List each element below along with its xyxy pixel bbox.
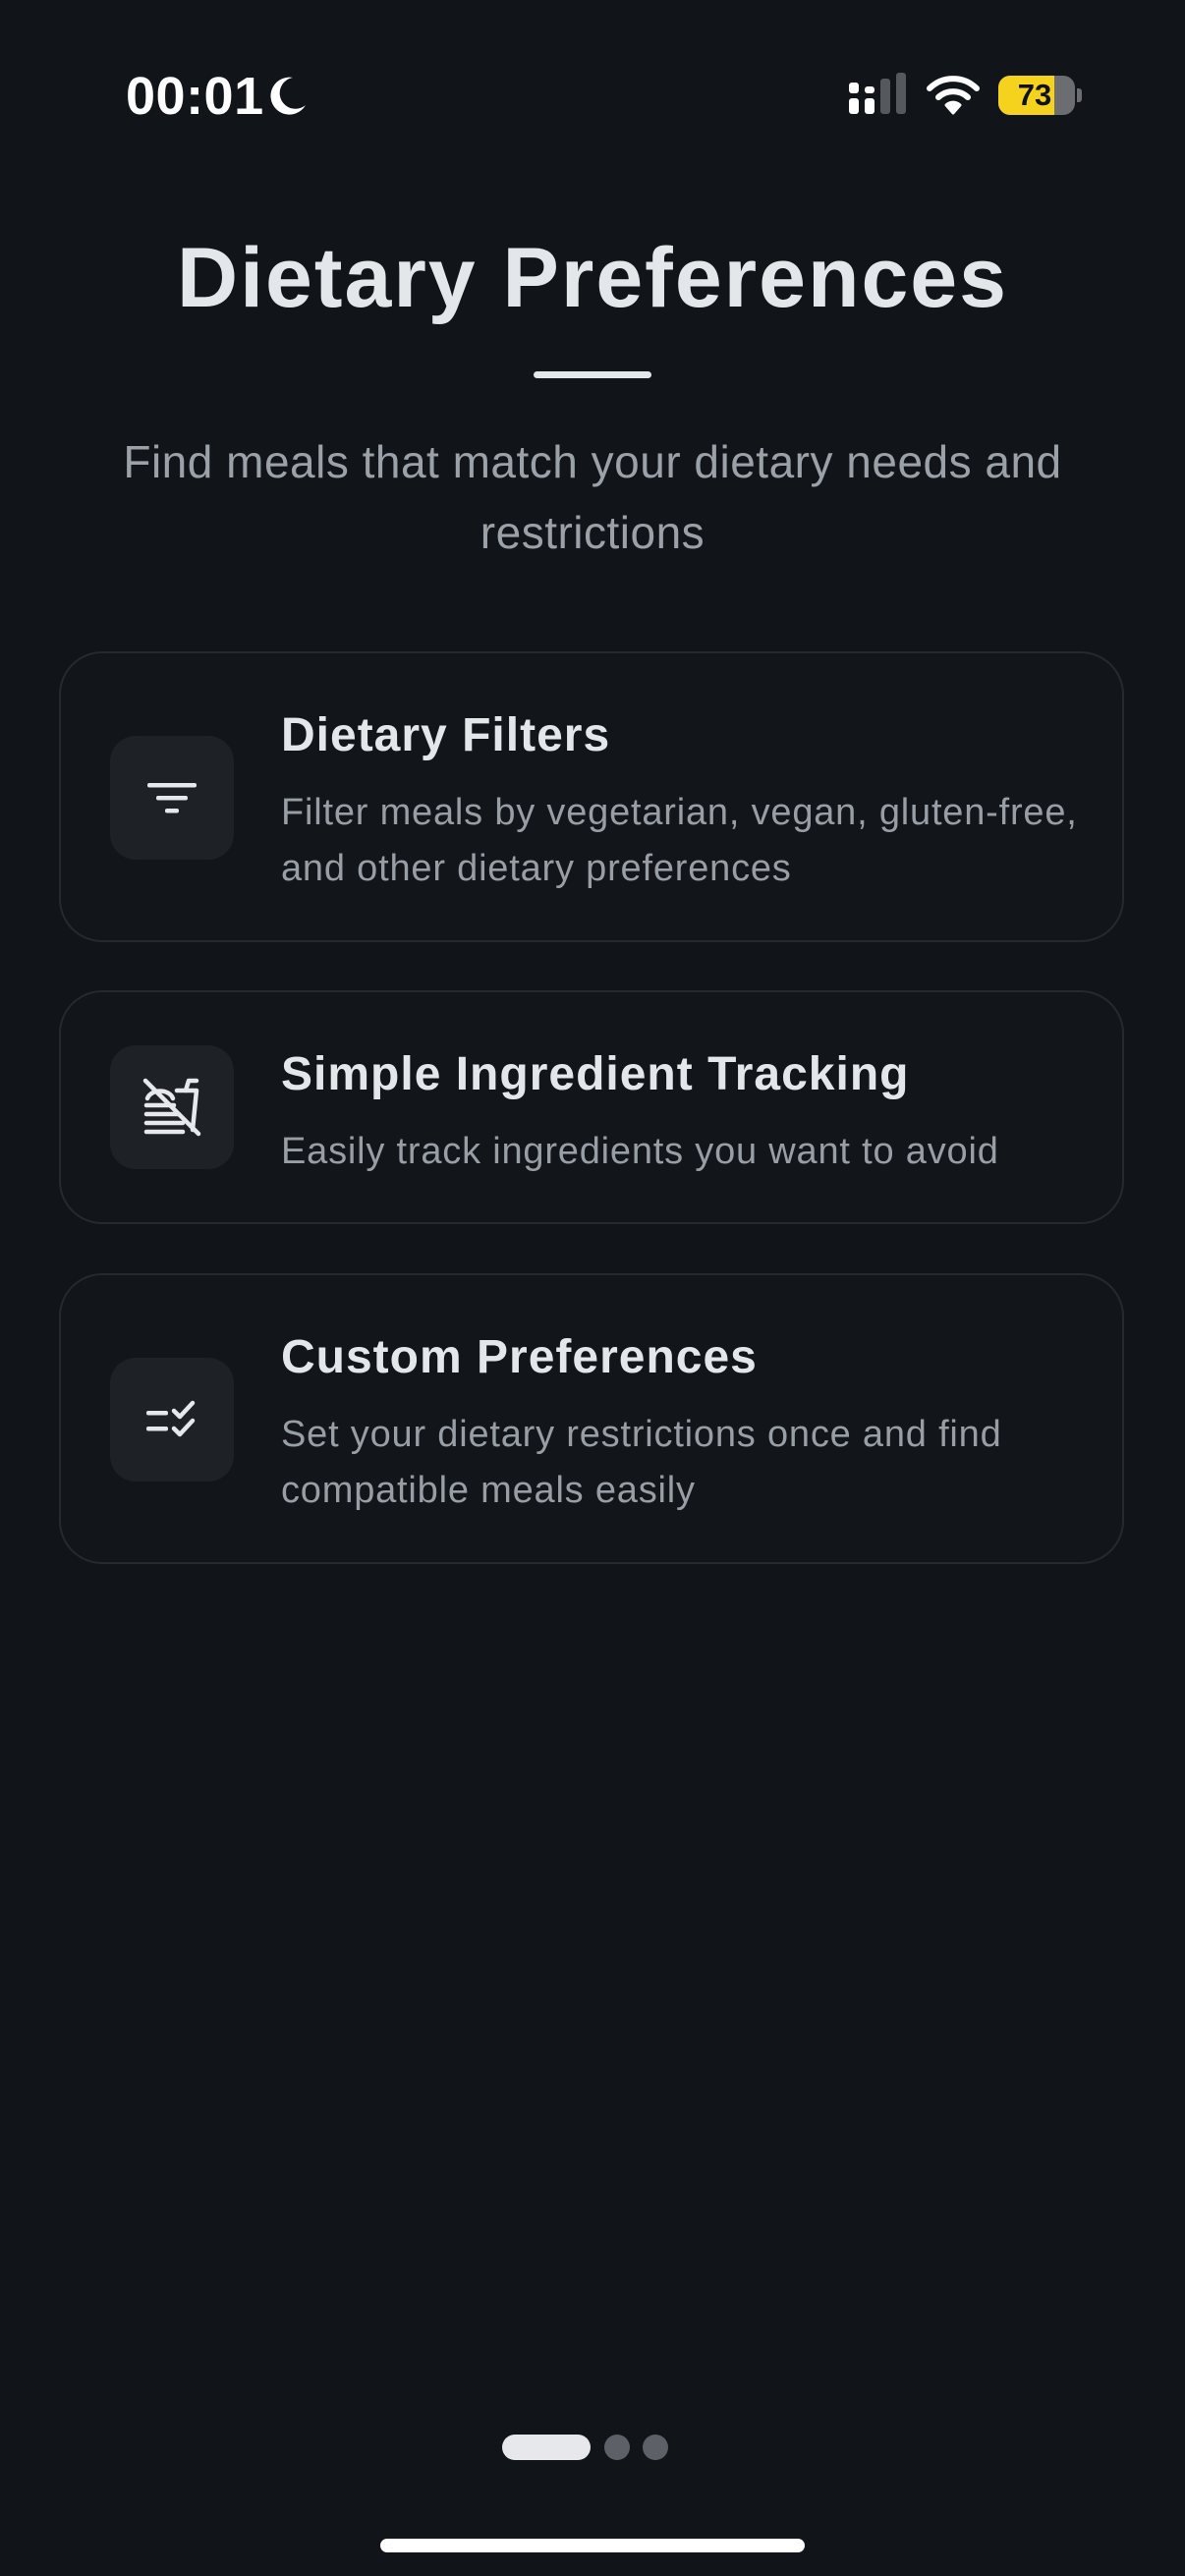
filter-icon [147,783,197,813]
wifi-icon [927,76,980,115]
battery-body: 73 [998,76,1075,115]
feature-icon-box [110,1358,234,1482]
status-bar: 00:01 73 [0,0,1185,196]
home-indicator[interactable] [380,2539,805,2552]
no-food-icon [142,1078,201,1137]
moon-icon [270,77,306,115]
signal-icon [849,73,906,114]
feature-card-custom-preferences: Custom Preferences Set your dietary rest… [59,1273,1124,1564]
page-dot[interactable] [604,2435,630,2460]
title-underline [534,371,651,378]
feature-title: Dietary Filters [281,709,611,761]
feature-description: Set your dietary restrictions once and f… [281,1414,1002,1511]
page-subtitle: Find meals that match your dietary needs… [123,436,1062,558]
battery-cap [1077,88,1082,102]
feature-title: Simple Ingredient Tracking [281,1048,910,1100]
checklist-icon [146,1400,196,1437]
page-title: Dietary Preferences [177,231,1008,325]
page-dot[interactable] [643,2435,668,2460]
battery-icon: 73 [998,76,1082,115]
feature-description: Easily track ingredients you want to avo… [281,1131,999,1172]
feature-description: Filter meals by vegetarian, vegan, glute… [281,792,1078,889]
feature-title: Custom Preferences [281,1331,758,1383]
feature-icon-box [110,736,234,860]
feature-card-ingredient-tracking: Simple Ingredient Tracking Easily track … [59,990,1124,1224]
feature-card-dietary-filters: Dietary Filters Filter meals by vegetari… [59,651,1124,942]
status-time: 00:01 [126,67,264,126]
page-dot-active[interactable] [502,2435,591,2460]
feature-icon-box [110,1045,234,1169]
page-indicator[interactable] [0,2435,1185,2460]
battery-level: 73 [1017,78,1052,112]
